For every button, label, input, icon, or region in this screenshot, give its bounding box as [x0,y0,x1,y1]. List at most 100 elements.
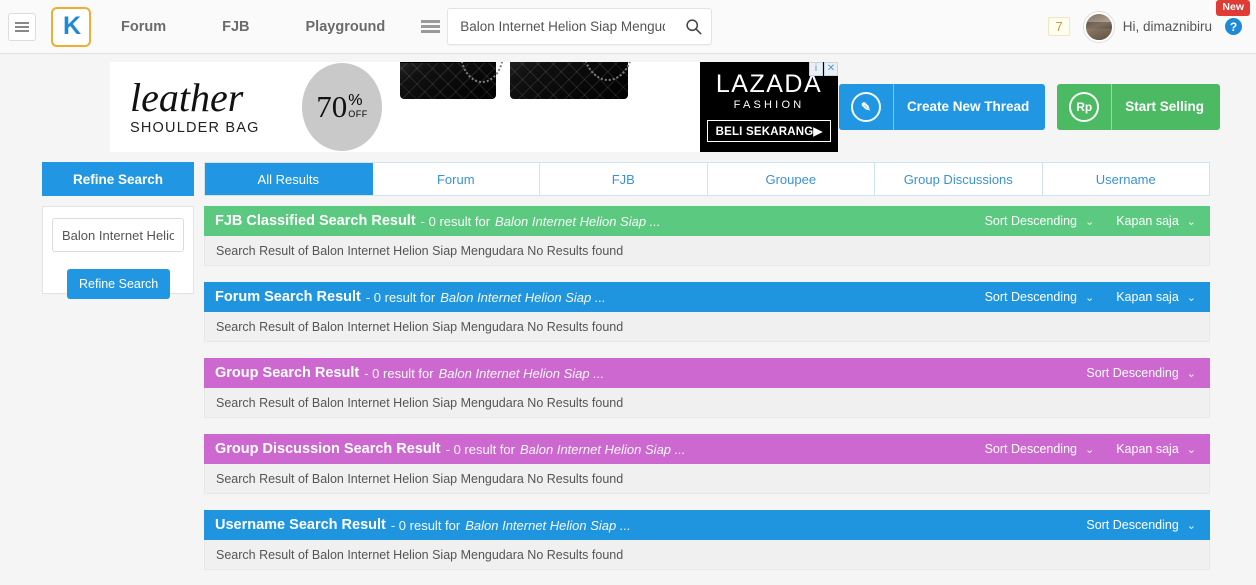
search-result-body: Search Result of Balon Internet Helion S… [204,312,1210,342]
tab-all-results[interactable]: All Results [205,163,373,195]
avatar-image [1085,13,1112,40]
new-badge: New [1216,0,1250,16]
search-result-query: Balon Internet Helion Siap ... [438,365,605,381]
search-result-body: Search Result of Balon Internet Helion S… [204,388,1210,418]
search-result-body: Search Result of Balon Internet Helion S… [204,540,1210,570]
kaskus-logo[interactable]: K [51,6,91,47]
main-menu-button[interactable] [8,12,36,41]
search-result-controls: Sort Descending ⌄ Kapan saja ⌄ [963,442,1196,456]
sort-order-label: Sort Descending [984,442,1077,456]
search-results-list: FJB Classified Search Result - 0 result f… [204,206,1210,585]
search-result-title: Group Search Result [215,365,360,381]
ad-text: leather SHOULDER BAG [110,74,300,136]
start-selling-button[interactable]: Rp Start Selling [1057,83,1220,130]
tab-forum[interactable]: Forum [372,163,540,195]
action-buttons: ✎ Create New Thread Rp Start Selling [838,83,1256,130]
search-result-query: Balon Internet Helion Siap ... [440,289,606,305]
refine-search-tab[interactable]: Refine Search [42,162,194,196]
search-result-block: Group Search Result - 0 result for Balon I… [204,358,1210,418]
ad-subhead: SHOULDER BAG [130,119,260,136]
hamburger-icon [15,20,29,34]
time-filter-dropdown[interactable]: Kapan saja ⌄ [1116,290,1196,304]
time-filter-dropdown[interactable]: Kapan saja ⌄ [1116,442,1196,456]
nav-link-forum[interactable]: Forum [121,19,166,35]
nav-link-fjb[interactable]: FJB [222,19,249,35]
refine-search-input[interactable] [52,218,184,252]
search-result-title: Forum Search Result [215,289,361,305]
banner-row: leather SHOULDER BAG 70 % OFF LAZADA FAS… [0,54,1256,154]
ad-info-icon[interactable]: i [809,61,823,76]
search-result-count: - 0 result for [390,517,461,533]
search-result-header: Group Discussion Search Result - 0 result… [204,434,1210,464]
create-new-thread-button[interactable]: ✎ Create New Thread [838,83,1046,130]
tab-group-discussions[interactable]: Group Discussions [875,163,1043,195]
search-category-button[interactable] [413,7,447,47]
button-divider [892,83,894,130]
search-result-controls: Sort Descending ⌄ [1064,518,1196,532]
search-result-header: FJB Classified Search Result - 0 result f… [204,206,1210,236]
refine-search-button[interactable]: Refine Search [67,269,171,299]
tab-groupee[interactable]: Groupee [707,163,875,195]
ad-discount-badge: 70 % OFF [302,62,382,151]
top-navigation-bar: K Forum FJB Playground 7 Hi, dimaznibiru… [0,0,1256,54]
sort-order-dropdown[interactable]: Sort Descending ⌄ [1086,366,1196,380]
logo-k-icon: K [62,12,81,40]
primary-nav: Forum FJB Playground [121,19,385,35]
chevron-down-icon: ⌄ [1186,519,1196,532]
search-button[interactable] [675,9,711,44]
content-area: Refine Search FJB Classified Search Resu… [0,196,1256,585]
search-input[interactable] [448,19,676,34]
search-area [413,7,713,47]
search-result-block: FJB Classified Search Result - 0 result f… [204,206,1210,266]
search-result-body: Search Result of Balon Internet Helion S… [204,236,1210,266]
ad-cta-label: BELI SEKARANG [715,125,814,138]
search-result-title: FJB Classified Search Result [215,213,416,229]
chevron-down-icon: ⌄ [1085,215,1095,228]
search-result-header: Group Search Result - 0 result for Balon I… [204,358,1210,388]
ad-close-icon[interactable]: ✕ [824,61,838,76]
hamburger-icon [420,18,440,36]
search-result-body: Search Result of Balon Internet Helion S… [204,464,1210,494]
nav-link-playground[interactable]: Playground [306,19,386,35]
time-filter-label: Kapan saja [1116,214,1179,228]
ad-off-label: OFF [348,108,368,119]
search-result-query: Balon Internet Helion Siap ... [519,441,686,457]
chevron-down-icon: ⌄ [1186,367,1196,380]
sort-order-dropdown[interactable]: Sort Descending ⌄ [1086,518,1196,532]
search-icon [686,19,702,35]
search-result-block: Group Discussion Search Result - 0 result… [204,434,1210,494]
search-result-controls: Sort Descending ⌄ [1064,366,1196,380]
ad-cta-button[interactable]: BELI SEKARANG▶ [706,119,832,142]
tab-fjb[interactable]: FJB [540,163,708,195]
search-result-block: Forum Search Result - 0 result for Balon I… [204,282,1210,342]
search-result-controls: Sort Descending ⌄ Kapan saja ⌄ [963,290,1196,304]
handbag-image-1 [400,61,504,99]
tab-username[interactable]: Username [1042,163,1209,195]
user-greeting[interactable]: Hi, dimaznibiru [1123,19,1212,34]
ad-cta-arrow-icon: ▶ [813,125,823,138]
ad-discount-unit: % OFF [348,93,368,119]
help-icon[interactable]: ? [1225,18,1242,35]
notification-count[interactable]: 7 [1048,17,1070,36]
start-selling-label: Start Selling [1125,98,1204,114]
sort-order-dropdown[interactable]: Sort Descending ⌄ [985,290,1095,304]
sort-order-dropdown[interactable]: Sort Descending ⌄ [985,442,1095,456]
search-result-header: Username Search Result - 0 result for Balo… [204,510,1210,540]
search-result-count: - 0 result for [364,365,434,381]
result-tabs: All Results Forum FJB Groupee Group Disc… [204,162,1210,196]
time-filter-label: Kapan saja [1116,290,1179,304]
search-result-header: Forum Search Result - 0 result for Balon I… [204,282,1210,312]
pencil-icon: ✎ [850,91,881,122]
advertisement-banner[interactable]: leather SHOULDER BAG 70 % OFF LAZADA FAS… [110,61,838,152]
time-filter-dropdown[interactable]: Kapan saja ⌄ [1116,214,1196,228]
avatar[interactable] [1083,11,1114,42]
sort-order-dropdown[interactable]: Sort Descending ⌄ [985,214,1095,228]
handbag-image-2 [510,61,634,99]
ad-controls: i ✕ [809,61,838,76]
ad-headline: leather [130,74,244,120]
search-result-count: - 0 result for [420,213,491,229]
sort-order-label: Sort Descending [984,214,1077,228]
search-result-query: Balon Internet Helion Siap ... [495,213,661,229]
ad-brand-name: LAZADA [715,69,823,98]
ad-content: leather SHOULDER BAG 70 % OFF [110,61,700,152]
